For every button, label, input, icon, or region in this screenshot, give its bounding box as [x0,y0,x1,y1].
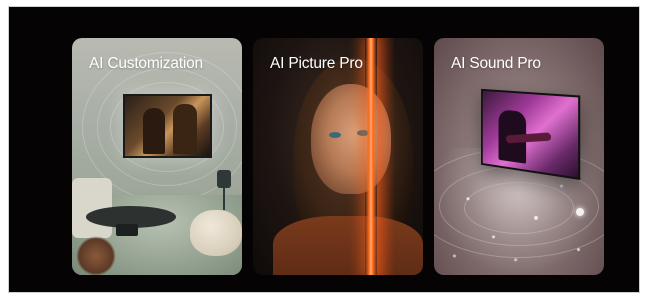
portrait-eye [329,132,341,138]
card-ai-picture-pro[interactable]: AI Picture Pro [253,38,423,275]
musician-figure [173,104,197,154]
pouf [190,210,242,256]
light-beam [365,38,377,275]
tv-screen-image [123,94,212,158]
speaker [116,224,138,236]
plant [76,236,116,275]
card-title: AI Customization [89,55,203,72]
lamp-stand [223,188,225,210]
tv-screen-image [481,88,581,181]
card-ai-sound-pro[interactable]: AI Sound Pro [434,38,604,275]
card-ai-customization[interactable]: AI Customization [72,38,242,275]
card-title: AI Sound Pro [451,55,541,72]
lamp [217,170,231,188]
light-glow [377,38,395,275]
musician-figure [143,108,165,154]
card-title: AI Picture Pro [270,55,363,72]
orb [576,208,584,216]
feature-banner: AI Customization AI Picture Pro AI Sound… [8,6,640,293]
portrait-shirt [273,216,423,275]
